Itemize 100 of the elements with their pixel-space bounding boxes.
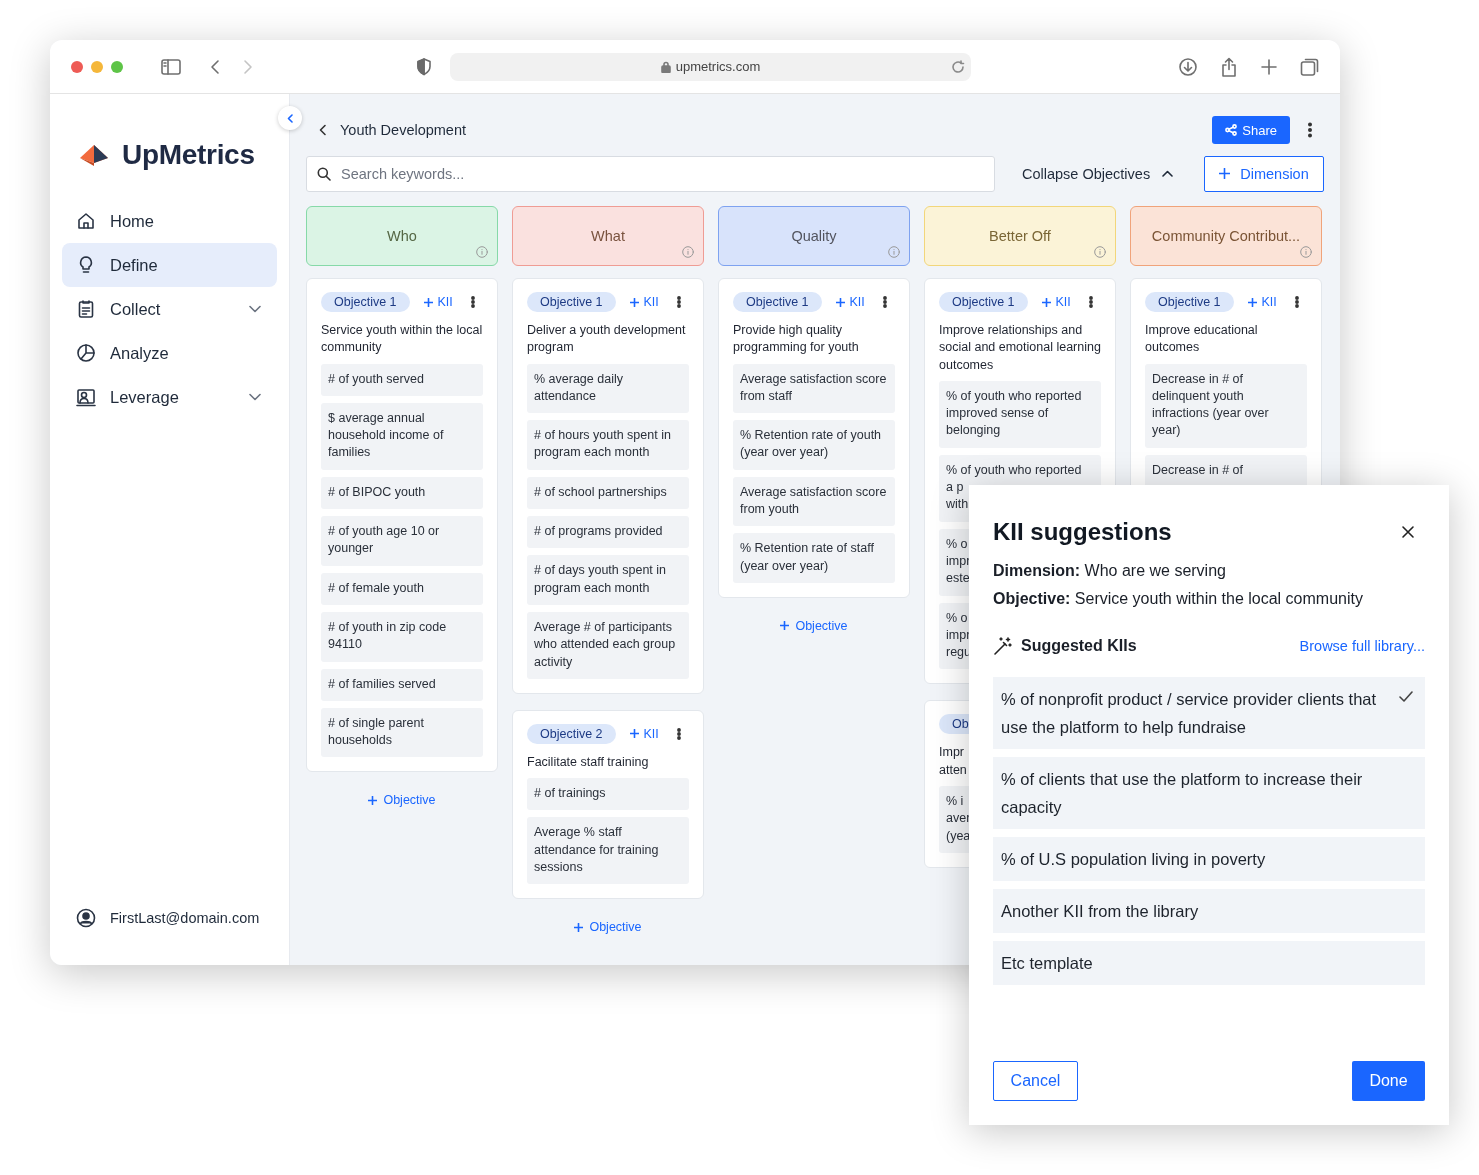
chevron-down-icon: [249, 393, 261, 401]
objective-badge: Objective 1: [1145, 292, 1234, 312]
add-kii-button[interactable]: KII: [831, 295, 869, 309]
kii-item[interactable]: Decrease in # of: [1145, 454, 1307, 488]
add-kii-button[interactable]: KII: [1037, 295, 1075, 309]
kii-item[interactable]: # of female youth: [321, 572, 483, 605]
search-field[interactable]: Search keywords...: [306, 155, 995, 192]
cancel-button[interactable]: Cancel: [993, 1061, 1078, 1101]
add-kii-button[interactable]: KII: [1243, 295, 1281, 309]
kii-item[interactable]: # of youth served: [321, 363, 483, 396]
kii-item[interactable]: Average satisfaction score from staff: [733, 363, 895, 414]
window-control[interactable]: [71, 60, 83, 73]
more-icon[interactable]: [1308, 122, 1312, 138]
dimension-header[interactable]: Who: [306, 206, 498, 266]
dimension-header[interactable]: Community Contribut...: [1130, 206, 1322, 266]
kii-item[interactable]: Average % staff attendance for training sessions: [527, 817, 689, 885]
add-objective-button[interactable]: Objective: [362, 792, 442, 809]
add-kii-button[interactable]: KII: [419, 295, 457, 309]
shield-icon[interactable]: [416, 57, 432, 76]
tabs-icon[interactable]: [1300, 56, 1320, 77]
chevron-up-icon: [1162, 170, 1174, 177]
more-icon[interactable]: [471, 296, 475, 308]
kii-item[interactable]: # of school partnerships: [527, 476, 689, 510]
nav-item[interactable]: Leverage: [62, 375, 277, 419]
user-icon: [76, 908, 96, 928]
objective-title: Improve educational outcomes: [1145, 322, 1259, 357]
objective-title: Provide high quality programming for youth: [733, 322, 860, 357]
address-bar[interactable]: upmetrics.com: [450, 52, 971, 81]
dimension-header[interactable]: Better Off: [924, 206, 1116, 266]
kii-item[interactable]: # of hours youth spent in program each month: [527, 420, 689, 470]
plus-icon[interactable]: [1260, 57, 1278, 76]
nav-item[interactable]: Analyze: [62, 331, 277, 375]
kii-item[interactable]: % average daily attendance: [527, 363, 689, 414]
sidebar-toggle-icon[interactable]: [161, 58, 181, 75]
add-kii-button[interactable]: KII: [625, 295, 663, 309]
pie-chart-icon: [76, 343, 96, 363]
kii-text: a p: [946, 479, 964, 497]
objective-text: Objective: Service youth within the local community: [993, 589, 1364, 609]
share-icon: [1225, 124, 1238, 136]
collapse-objectives-button[interactable]: Collapse Objectives: [1022, 165, 1174, 182]
kii-item[interactable]: # of youth in zip code 94110: [321, 611, 483, 662]
more-icon[interactable]: [677, 296, 681, 308]
kii-text: % o: [946, 535, 968, 553]
more-icon[interactable]: [1295, 296, 1299, 308]
kii-item[interactable]: Average satisfaction score from youth: [733, 476, 895, 527]
nav-item[interactable]: Home: [62, 199, 277, 243]
back-icon[interactable]: [319, 124, 327, 136]
close-icon[interactable]: [1401, 525, 1415, 539]
logo-text: UpMetrics: [122, 139, 255, 171]
share-button[interactable]: Share: [1212, 116, 1290, 144]
section-title: Suggested KIIs: [1021, 637, 1137, 655]
logo-icon: [78, 142, 110, 168]
back-icon[interactable]: [209, 58, 221, 75]
objective-title: Facilitate staff training: [527, 753, 650, 771]
add-dimension-button[interactable]: Dimension: [1204, 155, 1324, 192]
plus-icon: [574, 922, 584, 932]
chevron-down-icon: [249, 305, 261, 313]
kii-item[interactable]: % of youth who reported improved sense of belonging: [939, 380, 1101, 448]
kii-item[interactable]: Decrease in # of delinquent youth infractions (year over year): [1145, 363, 1307, 448]
objective-title: Improve relationships and social and emotional learning outcomes: [939, 322, 1101, 374]
suggestion-item[interactable]: % of nonprofit product / service provider clients that use the platform to help fundraise: [993, 677, 1425, 749]
add-objective-button[interactable]: Objective: [568, 919, 648, 936]
kii-item[interactable]: # of trainings: [527, 778, 689, 811]
download-icon[interactable]: [1178, 56, 1198, 77]
browse-library-link[interactable]: Browse full library...: [1299, 638, 1425, 654]
kii-item[interactable]: # of programs provided: [527, 516, 689, 549]
suggestion-item[interactable]: Another KII from the library: [993, 889, 1425, 933]
nav-item[interactable]: Define: [62, 243, 277, 287]
objective-badge: Objective 1: [321, 292, 410, 312]
suggestion-item[interactable]: % of clients that use the platform to increase their capacity: [993, 757, 1425, 829]
objective-badge: Objective 1: [733, 292, 822, 312]
more-icon[interactable]: [1089, 296, 1093, 308]
objective-title: Service youth within the local community: [321, 322, 483, 357]
kii-item[interactable]: # of families served: [321, 668, 483, 701]
user-account[interactable]: FirstLast@domain.com: [62, 908, 277, 928]
clipboard-icon: [76, 299, 96, 319]
done-button[interactable]: Done: [1352, 1061, 1425, 1101]
nav-item[interactable]: Collect: [62, 287, 277, 331]
suggestion-item[interactable]: Etc template: [993, 941, 1425, 985]
more-icon[interactable]: [677, 727, 681, 740]
dimension-header[interactable]: What: [512, 206, 704, 266]
kii-item[interactable]: # of youth age 10 or younger: [321, 516, 483, 566]
plus-icon: [1247, 297, 1257, 307]
kii-item[interactable]: # of days youth spent in program each month: [527, 555, 689, 605]
suggestion-item[interactable]: % of U.S population living in poverty: [993, 837, 1425, 881]
kii-item[interactable]: % Retention rate of staff (year over year): [733, 533, 895, 583]
more-icon[interactable]: [883, 296, 887, 308]
add-kii-button[interactable]: KII: [625, 726, 663, 741]
kii-item[interactable]: % Retention rate of youth (year over year): [733, 420, 895, 470]
share-icon[interactable]: [1220, 56, 1238, 77]
kii-text: este: [946, 570, 970, 588]
kii-item[interactable]: Average # of participants who attended each group activity: [527, 611, 689, 679]
chevron-left-icon: [287, 113, 293, 123]
kii-item[interactable]: # of BIPOC youth: [321, 476, 483, 510]
objective-badge: Objective 1: [939, 292, 1028, 312]
kii-item[interactable]: # of single parent households: [321, 707, 483, 758]
add-objective-button[interactable]: Objective: [774, 617, 854, 634]
dimension-header[interactable]: Quality: [718, 206, 910, 266]
reload-icon[interactable]: [951, 59, 965, 74]
kii-item[interactable]: $ average annual household income of families: [321, 402, 483, 470]
